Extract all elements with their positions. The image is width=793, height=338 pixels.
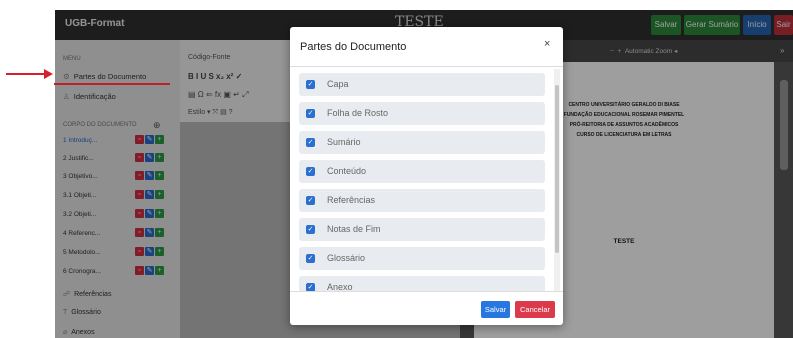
cancel-button[interactable]: Cancelar — [515, 301, 555, 318]
checkbox[interactable]: ✓ — [306, 225, 315, 234]
highlight-underline — [54, 83, 170, 85]
modal-body: ✓ Capa ✓ Folha de Rosto ✓ Sumário ✓ Cont… — [290, 67, 563, 291]
part-label: Anexo — [327, 282, 353, 291]
document-parts-modal: Partes do Documento × ✓ Capa ✓ Folha de … — [290, 27, 563, 325]
app-window: UGB-Format TESTE Salvar Gerar Sumário In… — [0, 0, 793, 338]
close-icon[interactable]: × — [544, 38, 550, 50]
part-label: Notas de Fim — [327, 224, 381, 234]
checkbox[interactable]: ✓ — [306, 196, 315, 205]
modal-title: Partes do Documento — [300, 41, 407, 53]
list-item[interactable]: ✓ Notas de Fim — [299, 218, 545, 241]
checkbox[interactable]: ✓ — [306, 138, 315, 147]
save-button[interactable]: Salvar — [481, 301, 510, 318]
part-label: Glossário — [327, 253, 366, 263]
left-margin — [0, 0, 55, 338]
part-label: Capa — [327, 79, 349, 89]
list-item[interactable]: ✓ Anexo — [299, 276, 545, 291]
part-label: Folha de Rosto — [327, 108, 389, 118]
part-label: Referências — [327, 195, 376, 205]
checkbox[interactable]: ✓ — [306, 283, 315, 291]
part-label: Conteúdo — [327, 166, 367, 176]
list-item[interactable]: ✓ Glossário — [299, 247, 545, 270]
modal-scrollbar-thumb[interactable] — [555, 85, 559, 253]
list-item[interactable]: ✓ Folha de Rosto — [299, 102, 545, 125]
checkbox[interactable]: ✓ — [306, 80, 315, 89]
checkbox[interactable]: ✓ — [306, 167, 315, 176]
list-item[interactable]: ✓ Sumário — [299, 131, 545, 154]
checkbox[interactable]: ✓ — [306, 254, 315, 263]
checkbox[interactable]: ✓ — [306, 109, 315, 118]
arrow-right-icon — [44, 69, 53, 79]
part-label: Sumário — [327, 137, 361, 147]
list-item[interactable]: ✓ Conteúdo — [299, 160, 545, 183]
annotation-arrow-line — [6, 73, 46, 75]
list-item[interactable]: ✓ Referências — [299, 189, 545, 212]
divider — [290, 291, 563, 292]
list-item[interactable]: ✓ Capa — [299, 73, 545, 96]
